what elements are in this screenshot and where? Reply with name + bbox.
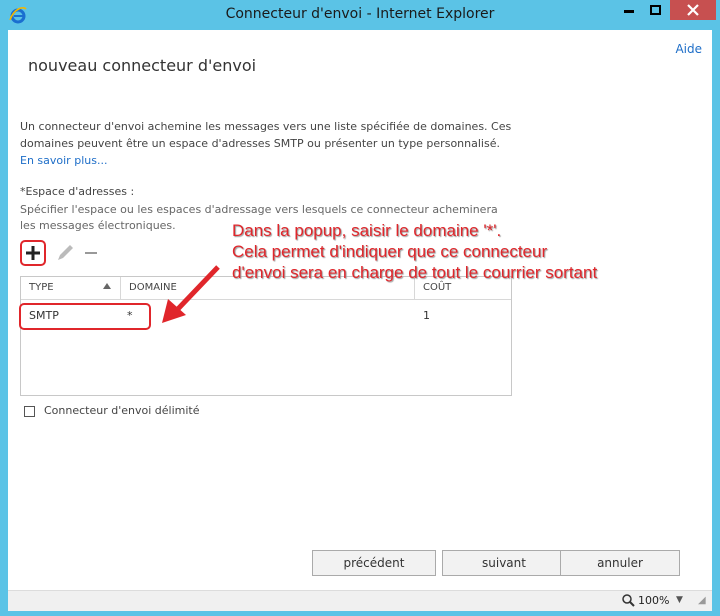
previous-button[interactable]: précédent	[312, 550, 436, 576]
maximize-button[interactable]	[642, 0, 668, 20]
remove-address-button[interactable]	[82, 240, 108, 266]
description-text: Un connecteur d'envoi achemine les messa…	[20, 120, 512, 150]
title-bar[interactable]: Connecteur d'envoi - Internet Explorer	[0, 0, 720, 30]
annotation-line-1: Dans la popup, saisir le domaine '*'.	[232, 221, 502, 240]
minus-icon	[85, 252, 97, 254]
connector-description: Un connecteur d'envoi achemine les messa…	[20, 118, 512, 169]
scoped-connector-checkbox[interactable]	[24, 406, 35, 417]
help-link[interactable]: Aide	[675, 42, 702, 56]
chevron-down-icon[interactable]: ▼	[676, 595, 683, 605]
dialog-content: Aide nouveau connecteur d'envoi Un conne…	[8, 30, 712, 590]
close-icon	[687, 4, 699, 16]
zoom-level[interactable]: 100%	[638, 594, 669, 607]
edit-address-button[interactable]	[52, 240, 78, 266]
close-button[interactable]	[670, 0, 716, 20]
minimize-button[interactable]	[616, 0, 642, 20]
sort-ascending-icon	[103, 283, 111, 289]
address-space-table: TYPE DOMAINE COÛT SMTP * 1	[19, 276, 512, 396]
add-address-button[interactable]	[20, 240, 46, 266]
learn-more-link[interactable]: En savoir plus...	[20, 154, 107, 167]
pencil-icon	[58, 245, 73, 260]
minimize-icon	[624, 10, 634, 13]
cancel-button[interactable]: annuler	[560, 550, 680, 576]
window-title: Connecteur d'envoi - Internet Explorer	[225, 6, 495, 22]
annotation-line-2: Cela permet d'indiquer que ce connecteur	[232, 242, 548, 261]
zoom-icon	[622, 594, 635, 607]
address-space-label: *Espace d'adresses :	[20, 185, 135, 198]
page-title: nouveau connecteur d'envoi	[28, 56, 257, 75]
scoped-connector-label: Connecteur d'envoi délimité	[44, 404, 200, 417]
plus-icon	[26, 246, 40, 260]
row-highlight-annotation	[19, 303, 151, 330]
cell-cost: 1	[423, 309, 430, 322]
next-button[interactable]: suivant	[442, 550, 566, 576]
resize-grip-icon[interactable]: ◢	[698, 595, 706, 606]
status-bar: 100% ▼ ◢	[8, 590, 712, 611]
maximize-icon	[650, 5, 661, 15]
annotation-text: Dans la popup, saisir le domaine '*'. Ce…	[232, 220, 692, 283]
column-header-type[interactable]: TYPE	[21, 277, 121, 299]
ie-window: Connecteur d'envoi - Internet Explorer A…	[0, 0, 720, 616]
annotation-line-3: d'envoi sera en charge de tout le courri…	[232, 263, 598, 282]
